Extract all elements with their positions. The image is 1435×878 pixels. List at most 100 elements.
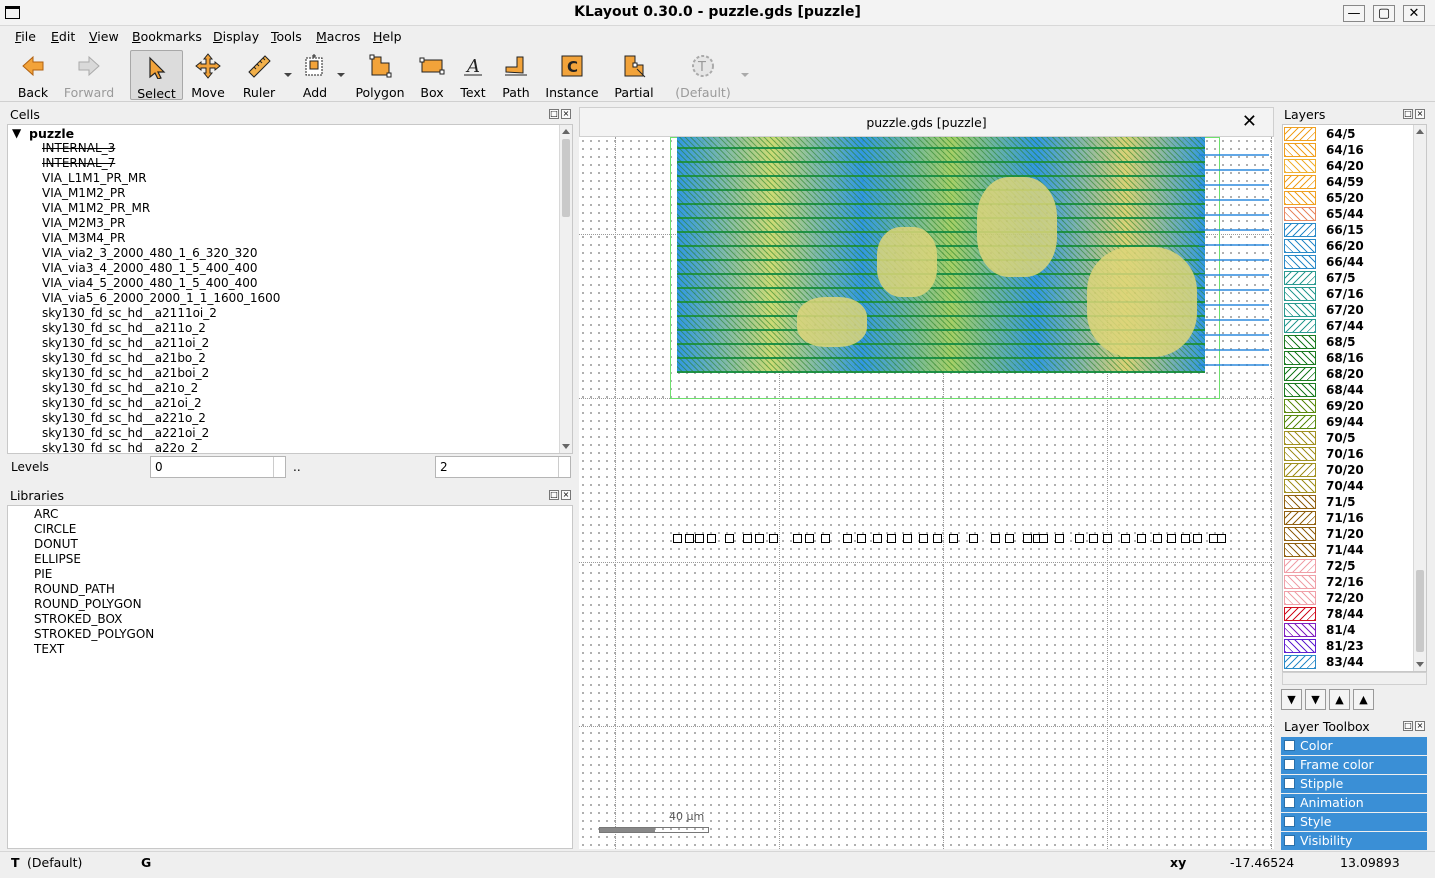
menu-display[interactable]: Display [213, 29, 259, 44]
expand-checkbox[interactable] [1284, 835, 1295, 846]
move-layer-up-icon[interactable]: ▲ [1329, 689, 1350, 710]
layer-row[interactable]: 81/4 [1284, 622, 1412, 638]
cell-item[interactable]: sky130_fd_sc_hd__a211oi_2 [42, 336, 209, 350]
toolbox-section[interactable]: Frame color [1281, 756, 1427, 774]
move-layer-bottom-icon[interactable]: ▼ [1281, 689, 1302, 710]
layer-row[interactable]: 64/5 [1284, 126, 1412, 142]
menu-help[interactable]: Help [373, 29, 402, 44]
cell-tree[interactable]: ▼ puzzle INTERNAL_3 INTERNAL_7 VIA_L1M1_PR… [7, 124, 573, 454]
expand-checkbox[interactable] [1284, 797, 1295, 808]
layer-row[interactable]: 68/44 [1284, 382, 1412, 398]
menu-view[interactable]: View [89, 29, 119, 44]
layer-row[interactable]: 72/5 [1284, 558, 1412, 574]
cell-item[interactable]: VIA_via3_4_2000_480_1_5_400_400 [42, 261, 258, 275]
close-pane-icon[interactable]: × [1415, 721, 1425, 731]
cell-item[interactable]: VIA_L1M1_PR_MR [42, 171, 147, 185]
cell-item[interactable]: sky130_fd_sc_hd__a21o_2 [42, 381, 198, 395]
library-item[interactable]: STROKED_POLYGON [34, 627, 154, 641]
scroll-up-icon[interactable] [562, 129, 570, 134]
layer-row[interactable]: 70/5 [1284, 430, 1412, 446]
cell-item[interactable]: VIA_via2_3_2000_480_1_6_320_320 [42, 246, 258, 260]
menu-macros[interactable]: Macros [316, 29, 360, 44]
close-pane-icon[interactable]: × [561, 109, 571, 119]
default-dropdown-arrow-icon[interactable] [741, 73, 749, 77]
cell-item[interactable]: sky130_fd_sc_hd__a221oi_2 [42, 426, 209, 440]
cell-item[interactable]: VIA_M1M2_PR_MR [42, 201, 150, 215]
layer-row[interactable]: 67/20 [1284, 302, 1412, 318]
root-cell[interactable]: puzzle [29, 126, 74, 141]
layer-row[interactable]: 71/44 [1284, 542, 1412, 558]
layer-row[interactable]: 72/16 [1284, 574, 1412, 590]
library-item[interactable]: ROUND_PATH [34, 582, 115, 596]
cell-tree-scrollbar[interactable] [559, 125, 572, 453]
layer-row[interactable]: 71/20 [1284, 526, 1412, 542]
layer-row[interactable]: 68/16 [1284, 350, 1412, 366]
add-button[interactable]: Add [297, 50, 333, 100]
library-item[interactable]: TEXT [34, 642, 64, 656]
library-item[interactable]: STROKED_BOX [34, 612, 122, 626]
scroll-thumb[interactable] [562, 139, 570, 217]
select-button[interactable]: Select [130, 50, 183, 101]
scroll-down-icon[interactable] [1416, 662, 1424, 667]
cell-item[interactable]: VIA_M1M2_PR [42, 186, 126, 200]
toolbox-section[interactable]: Style [1281, 813, 1427, 831]
expand-checkbox[interactable] [1284, 778, 1295, 789]
cell-item[interactable]: INTERNAL_7 [42, 156, 115, 170]
maximize-button[interactable]: ▢ [1373, 5, 1395, 22]
layer-row[interactable]: 65/20 [1284, 190, 1412, 206]
cell-item[interactable]: sky130_fd_sc_hd__a21oi_2 [42, 396, 202, 410]
cell-item[interactable]: VIA_M2M3_PR [42, 216, 126, 230]
cell-item[interactable]: sky130_fd_sc_hd__a22o_2 [42, 441, 198, 453]
move-button[interactable]: Move [188, 50, 228, 100]
toolbox-section[interactable]: Visibility [1281, 832, 1427, 850]
menu-edit[interactable]: Edit [51, 29, 75, 44]
float-pane-icon[interactable]: □ [549, 490, 559, 500]
minimize-button[interactable]: — [1343, 5, 1365, 22]
cell-item[interactable]: sky130_fd_sc_hd__a21boi_2 [42, 366, 209, 380]
move-layer-down-icon[interactable]: ▼ [1305, 689, 1326, 710]
forward-button[interactable]: Forward [62, 50, 116, 100]
instance-button[interactable]: C Instance [544, 50, 600, 100]
cell-item[interactable]: VIA_M3M4_PR [42, 231, 126, 245]
back-button[interactable]: Back [10, 50, 56, 100]
toolbox-section[interactable]: Color [1281, 737, 1427, 755]
library-item[interactable]: ROUND_POLYGON [34, 597, 142, 611]
layer-row[interactable]: 70/16 [1284, 446, 1412, 462]
float-pane-icon[interactable]: □ [1403, 109, 1413, 119]
spin-arrows-icon[interactable] [273, 457, 285, 477]
close-pane-icon[interactable]: × [1415, 109, 1425, 119]
layer-row[interactable]: 83/44 [1284, 654, 1412, 670]
layer-row[interactable]: 67/16 [1284, 286, 1412, 302]
layout-view-tab[interactable]: puzzle.gds [puzzle] ✕ [579, 107, 1274, 137]
layer-list-scrollbar[interactable] [1413, 125, 1426, 671]
menu-file[interactable]: File [15, 29, 36, 44]
layer-row[interactable]: 69/20 [1284, 398, 1412, 414]
toolbox-section[interactable]: Stipple [1281, 775, 1427, 793]
scroll-up-icon[interactable] [1416, 129, 1424, 134]
layer-row[interactable]: 66/20 [1284, 238, 1412, 254]
layer-row[interactable]: 64/20 [1284, 158, 1412, 174]
partial-button[interactable]: Partial [612, 50, 656, 100]
layer-row[interactable]: 66/44 [1284, 254, 1412, 270]
scroll-thumb[interactable] [1416, 570, 1424, 652]
cell-item[interactable]: INTERNAL_3 [42, 141, 115, 155]
layer-list-hscrollbar[interactable] [1282, 672, 1427, 685]
cell-item[interactable]: sky130_fd_sc_hd__a21bo_2 [42, 351, 206, 365]
layer-row[interactable]: 70/44 [1284, 478, 1412, 494]
layer-row[interactable]: 68/20 [1284, 366, 1412, 382]
layer-row[interactable]: 81/23 [1284, 638, 1412, 654]
layer-row[interactable]: 67/44 [1284, 318, 1412, 334]
layer-row[interactable]: 65/44 [1284, 206, 1412, 222]
default-mode-button[interactable]: T (Default) [672, 50, 734, 100]
layout-canvas[interactable]: 40 µm [579, 137, 1274, 849]
layer-row[interactable]: 67/5 [1284, 270, 1412, 286]
cell-item[interactable]: sky130_fd_sc_hd__a211o_2 [42, 321, 206, 335]
layer-row[interactable]: 64/59 [1284, 174, 1412, 190]
library-item[interactable]: ARC [34, 507, 58, 521]
layer-row[interactable]: 66/15 [1284, 222, 1412, 238]
cell-item[interactable]: sky130_fd_sc_hd__a221o_2 [42, 411, 206, 425]
close-window-button[interactable]: ✕ [1403, 5, 1425, 22]
layer-row[interactable]: 71/16 [1284, 510, 1412, 526]
layer-row[interactable]: 71/5 [1284, 494, 1412, 510]
library-list[interactable]: ARC CIRCLE DONUT ELLIPSE PIE ROUND_PATH ROUND_… [7, 505, 573, 849]
